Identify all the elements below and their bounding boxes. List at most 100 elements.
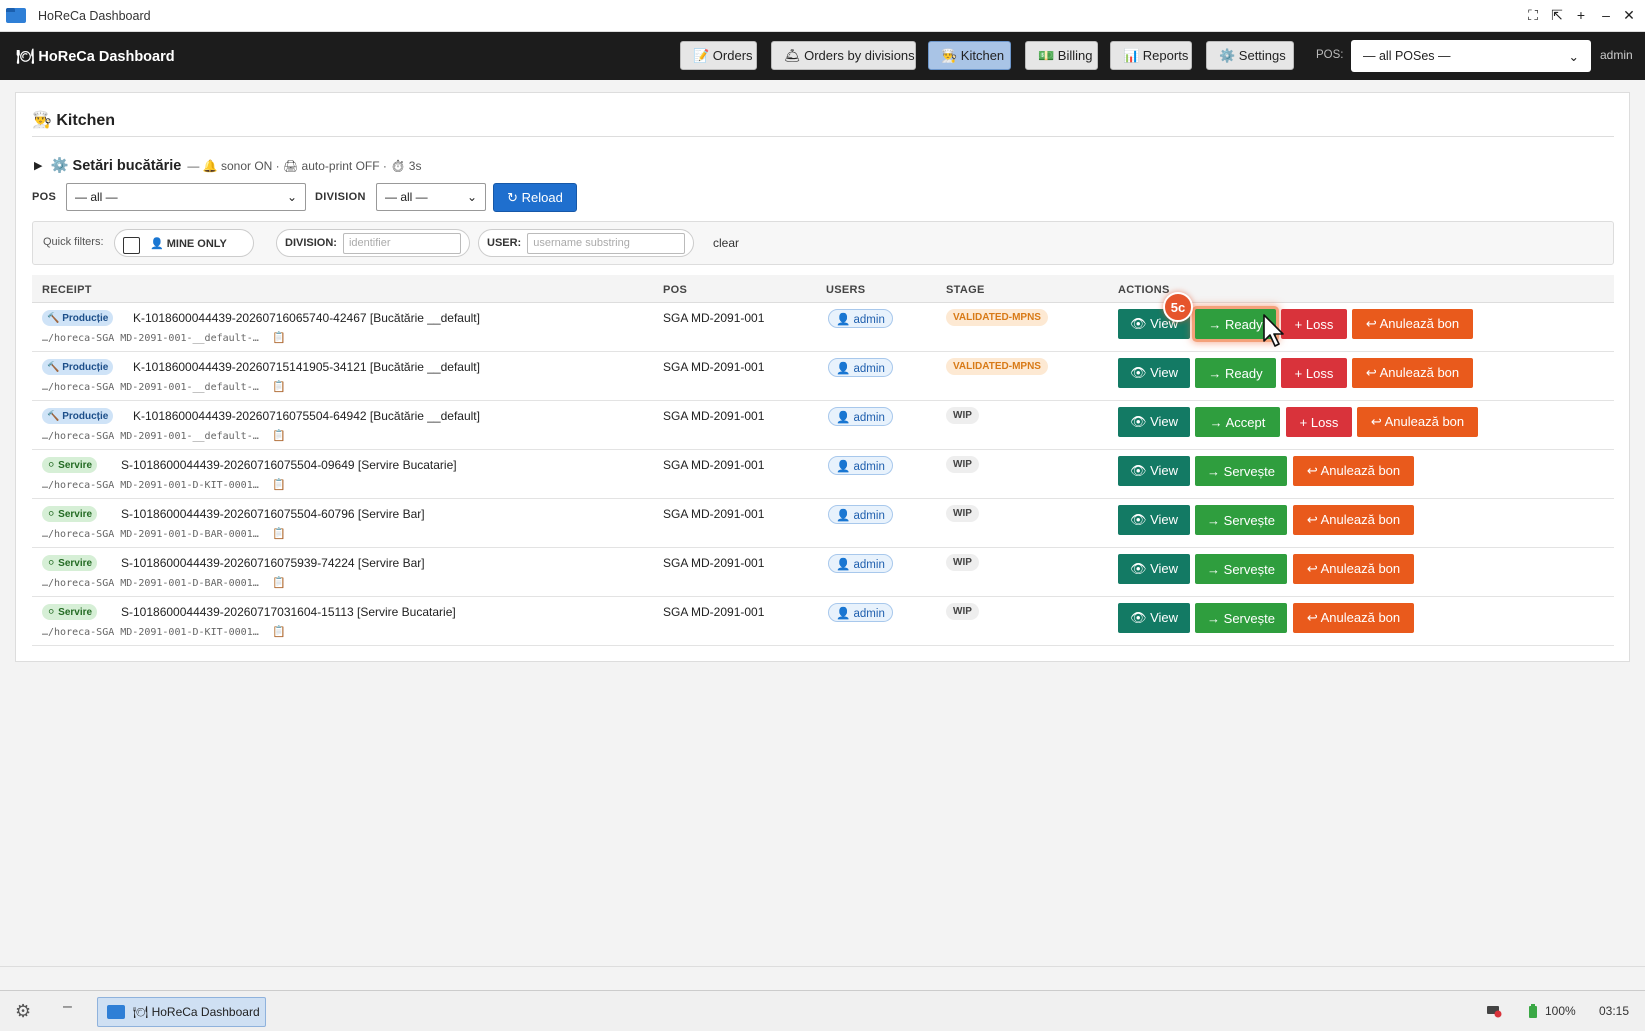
table-header: RECEIPT POS USERS STAGE ACTIONS bbox=[32, 275, 1614, 303]
cancel-receipt-button[interactable]: ↩ Anulează bon bbox=[1293, 603, 1414, 633]
serve-button[interactable]: → Servește bbox=[1195, 554, 1287, 584]
clipboard-icon[interactable]: 📋 bbox=[272, 478, 286, 491]
receipt-path: …/horeca-SGA MD-2091-001-D-KIT-0001… bbox=[42, 627, 259, 638]
view-button[interactable]: 👁 View bbox=[1118, 407, 1190, 437]
pos-select[interactable]: — all POSes — ⌄ bbox=[1351, 40, 1591, 72]
type-badge-servire: ⚪ Servire bbox=[42, 604, 98, 620]
loss-button[interactable]: + Loss bbox=[1281, 309, 1347, 339]
tab-settings[interactable]: ⚙️ Settings bbox=[1206, 41, 1294, 70]
row-pos: SGA MD-2091-001 bbox=[663, 311, 765, 325]
user-filter-input[interactable]: username substring bbox=[527, 232, 685, 254]
kitchen-panel: 👨‍🍳 Kitchen ▶ ⚙️ Setări bucătărie — 🔔 so… bbox=[15, 92, 1630, 662]
serve-button[interactable]: → Servește bbox=[1195, 505, 1287, 535]
clipboard-icon[interactable]: 📋 bbox=[272, 429, 286, 442]
serve-button[interactable]: → Servește bbox=[1195, 456, 1287, 486]
stage-badge: WIP bbox=[946, 554, 979, 571]
loss-button[interactable]: + Loss bbox=[1286, 407, 1352, 437]
clipboard-icon[interactable]: 📋 bbox=[272, 380, 286, 393]
row-pos: SGA MD-2091-001 bbox=[663, 605, 765, 619]
restore-icon[interactable]: ⇱ bbox=[1548, 7, 1566, 23]
row-pos: SGA MD-2091-001 bbox=[663, 360, 765, 374]
user-badge: 👤 admin bbox=[828, 505, 893, 524]
network-disconnected-icon[interactable] bbox=[1486, 1004, 1502, 1021]
clear-filters-link[interactable]: clear bbox=[713, 236, 739, 250]
col-receipt: RECEIPT bbox=[42, 284, 92, 296]
fullscreen-icon[interactable]: ⛶ bbox=[1524, 7, 1542, 23]
view-button[interactable]: 👁 View bbox=[1118, 505, 1190, 535]
receipt-id: S-1018600044439-20260716075504-09649 [Se… bbox=[121, 458, 457, 472]
page-title: 👨‍🍳 Kitchen bbox=[32, 112, 116, 129]
view-button[interactable]: 👁 View bbox=[1118, 603, 1190, 633]
top-navbar: 🍽 HoReCa Dashboard 📝 Orders 🛎 Orders by … bbox=[0, 32, 1645, 80]
filter-pos-select[interactable]: — all — ⌄ bbox=[66, 183, 306, 211]
user-badge: 👤 admin bbox=[828, 407, 893, 426]
ready-button[interactable]: → Ready bbox=[1195, 358, 1276, 388]
view-button[interactable]: 👁 View bbox=[1118, 456, 1190, 486]
clipboard-icon[interactable]: 📋 bbox=[272, 576, 286, 589]
tab-kitchen[interactable]: 👨‍🍳 Kitchen bbox=[928, 41, 1011, 70]
serve-button[interactable]: → Servește bbox=[1195, 603, 1287, 633]
receipt-id: K-1018600044439-20260715141905-34121 [Bu… bbox=[133, 360, 480, 374]
user-badge: 👤 admin bbox=[828, 456, 893, 475]
view-button[interactable]: 👁 View bbox=[1118, 554, 1190, 584]
receipt-path: …/horeca-SGA MD-2091-001-D-BAR-0001… bbox=[42, 578, 259, 589]
table-row: 🔨 Producție K-1018600044439-202607160755… bbox=[32, 401, 1614, 450]
reload-button[interactable]: ↻ Reload bbox=[493, 183, 577, 212]
cancel-receipt-button[interactable]: ↩ Anulează bon bbox=[1352, 358, 1473, 388]
battery-level: 100% bbox=[1545, 1004, 1576, 1018]
cancel-receipt-button[interactable]: ↩ Anulează bon bbox=[1357, 407, 1478, 437]
tab-orders-by-divisions[interactable]: 🛎 Orders by divisions bbox=[771, 41, 916, 70]
cancel-receipt-button[interactable]: ↩ Anulează bon bbox=[1293, 505, 1414, 535]
taskbar-item-horeca[interactable]: 🍽 HoReCa Dashboard bbox=[97, 997, 266, 1027]
maximize-icon[interactable]: + bbox=[1572, 7, 1590, 23]
clipboard-icon[interactable]: 📋 bbox=[272, 625, 286, 638]
cancel-receipt-button[interactable]: ↩ Anulează bon bbox=[1293, 554, 1414, 584]
chevron-down-icon: ⌄ bbox=[286, 190, 297, 204]
kitchen-settings-toggle[interactable]: ▶ ⚙️ Setări bucătărie — 🔔 sonor ON · 🖨 a… bbox=[34, 157, 421, 174]
battery-icon[interactable] bbox=[1528, 1004, 1538, 1022]
minimize-all-icon[interactable]: – bbox=[63, 998, 72, 1016]
taskbar: ⚙ – 🍽 HoReCa Dashboard 100% 03:15 bbox=[0, 990, 1645, 1031]
col-actions: ACTIONS bbox=[1118, 284, 1170, 296]
receipt-id: S-1018600044439-20260716075504-60796 [Se… bbox=[121, 507, 425, 521]
cancel-receipt-button[interactable]: ↩ Anulează bon bbox=[1293, 456, 1414, 486]
filter-pos-value: — all — bbox=[75, 190, 118, 204]
view-button[interactable]: 👁 View bbox=[1118, 358, 1190, 388]
quick-filters-label: Quick filters: bbox=[43, 236, 104, 248]
tab-reports[interactable]: 📊 Reports bbox=[1110, 41, 1192, 70]
stage-badge: VALIDATED-MPNS bbox=[946, 309, 1048, 326]
receipt-id: K-1018600044439-20260716075504-64942 [Bu… bbox=[133, 409, 480, 423]
type-badge-productie: 🔨 Producție bbox=[42, 408, 114, 424]
stage-badge: WIP bbox=[946, 603, 979, 620]
loss-button[interactable]: + Loss bbox=[1281, 358, 1347, 388]
mine-only-toggle[interactable]: 👤 MINE ONLY bbox=[114, 229, 254, 257]
settings-summary: — 🔔 sonor ON · 🖨 auto-print OFF · ⏱ 3s bbox=[187, 158, 422, 173]
mine-only-label: 👤 MINE ONLY bbox=[150, 237, 227, 250]
col-pos: POS bbox=[663, 284, 688, 296]
mouse-cursor-icon bbox=[1263, 314, 1284, 347]
folder-app-icon bbox=[6, 8, 26, 23]
user-badge: 👤 admin bbox=[828, 603, 893, 622]
receipt-path: …/horeca-SGA MD-2091-001-D-BAR-0001… bbox=[42, 529, 259, 540]
accept-button[interactable]: → Accept bbox=[1195, 407, 1280, 437]
clipboard-icon[interactable]: 📋 bbox=[272, 527, 286, 540]
chevron-down-icon: ⌄ bbox=[466, 190, 477, 204]
filter-division-select[interactable]: — all — ⌄ bbox=[376, 183, 486, 211]
user-badge: 👤 admin bbox=[828, 309, 893, 328]
table-row: ⚪ Servire S-1018600044439-20260716075939… bbox=[32, 548, 1614, 597]
mine-only-checkbox[interactable] bbox=[123, 237, 140, 254]
clipboard-icon[interactable]: 📋 bbox=[272, 331, 286, 344]
table-row: ⚪ Servire S-1018600044439-20260716075504… bbox=[32, 499, 1614, 548]
division-filter-input[interactable]: identifier bbox=[342, 232, 461, 254]
stage-badge: WIP bbox=[946, 456, 979, 473]
minimize-icon[interactable]: – bbox=[1597, 7, 1615, 23]
tab-billing[interactable]: 💵 Billing bbox=[1025, 41, 1098, 70]
gear-icon[interactable]: ⚙ bbox=[15, 1001, 31, 1022]
folder-app-icon bbox=[107, 1005, 125, 1019]
cancel-receipt-button[interactable]: ↩ Anulează bon bbox=[1352, 309, 1473, 339]
col-stage: STAGE bbox=[946, 284, 985, 296]
tab-orders[interactable]: 📝 Orders bbox=[680, 41, 757, 70]
chevron-down-icon: ⌄ bbox=[1568, 49, 1579, 64]
window-title: HoReCa Dashboard bbox=[38, 8, 151, 23]
close-icon[interactable]: ✕ bbox=[1620, 7, 1638, 23]
